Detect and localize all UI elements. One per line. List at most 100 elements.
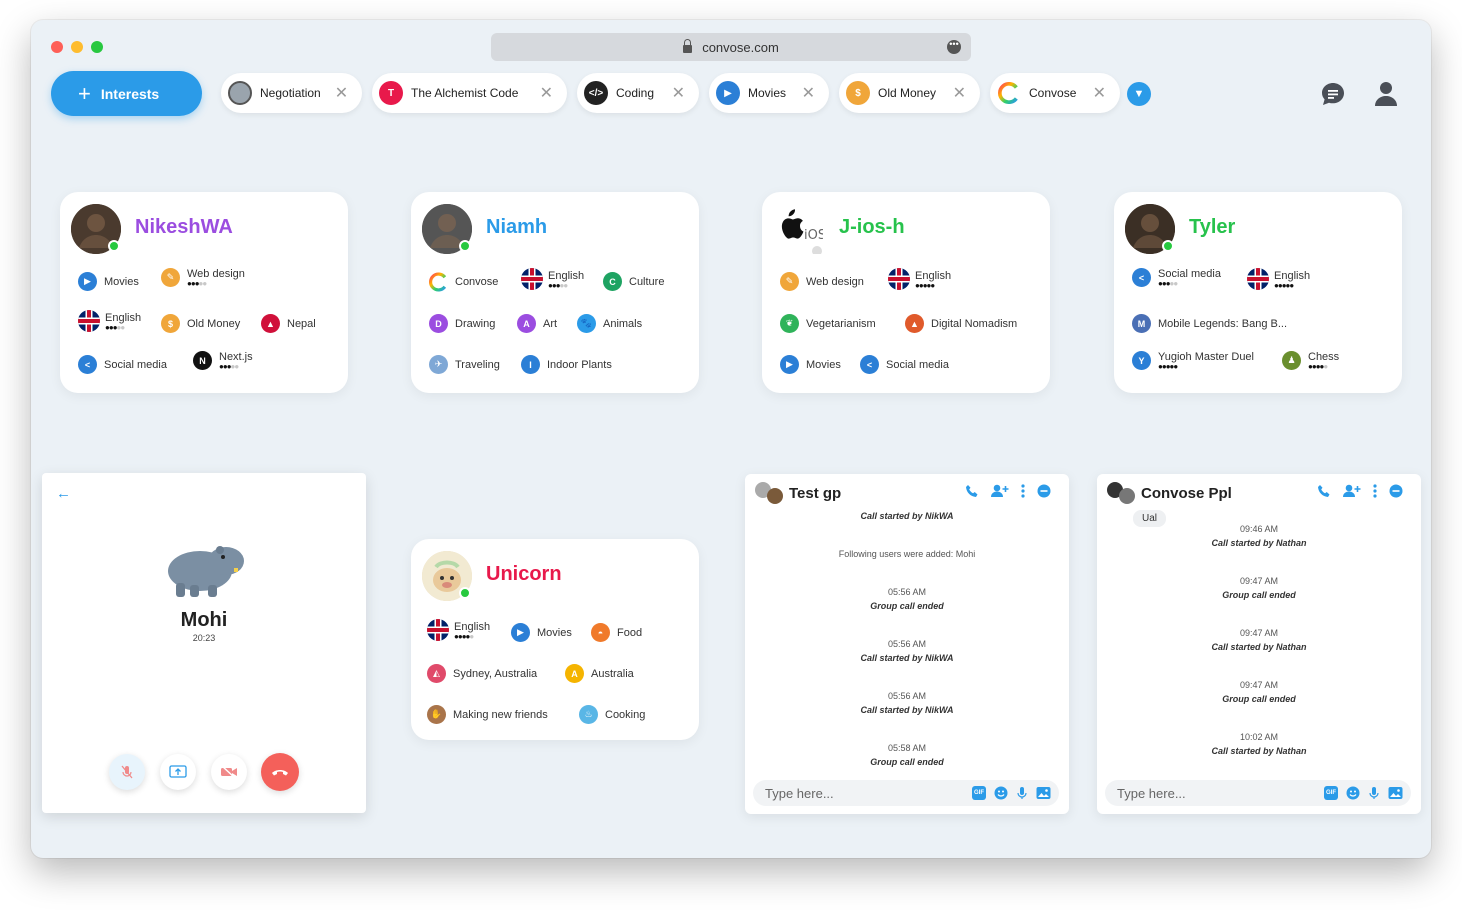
interest-tag-chess[interactable]: ♟ Chess ●●●●● bbox=[1282, 351, 1339, 371]
interest-tag-next-js[interactable]: N Next.js ●●●●● bbox=[193, 351, 253, 371]
interest-tag-drawing[interactable]: D Drawing bbox=[429, 314, 495, 333]
tag-label: Digital Nomadism bbox=[931, 317, 1018, 330]
mute-button[interactable] bbox=[109, 754, 145, 790]
interest-tag-vegetarianism[interactable]: ❦ Vegetarianism bbox=[780, 314, 876, 333]
interest-tag-animals[interactable]: 🐾 Animals bbox=[577, 314, 642, 333]
proficiency-dots: ●●●●● bbox=[915, 280, 935, 290]
interest-tag-digital-nomadism[interactable]: ▲ Digital Nomadism bbox=[905, 314, 1017, 333]
interest-tag-social-media[interactable]: < Social media bbox=[860, 355, 949, 374]
interest-tag-culture[interactable]: C Culture bbox=[603, 272, 664, 291]
interest-tag-english[interactable]: English ●●●●● bbox=[888, 268, 951, 290]
phone-icon[interactable] bbox=[1317, 484, 1331, 498]
more-options-icon[interactable]: ••• bbox=[947, 40, 961, 54]
chevron-down-icon[interactable]: ▼ bbox=[1127, 82, 1151, 106]
emoji-icon[interactable] bbox=[1346, 786, 1360, 800]
share-screen-button[interactable] bbox=[160, 754, 196, 790]
interest-tag-social-media[interactable]: < Social media bbox=[78, 355, 167, 374]
microphone-icon[interactable] bbox=[1368, 786, 1380, 800]
minimize-window-button[interactable] bbox=[71, 41, 83, 53]
minimize-icon[interactable] bbox=[1389, 484, 1403, 498]
chat-icon[interactable] bbox=[1319, 80, 1347, 108]
interest-tag-mobile-legends-bang-b[interactable]: M Mobile Legends: Bang B... bbox=[1132, 314, 1287, 333]
system-message: Call started by NikWA bbox=[860, 653, 954, 663]
more-vertical-icon[interactable] bbox=[1373, 484, 1377, 498]
emoji-icon[interactable] bbox=[994, 786, 1008, 800]
profile-icon[interactable] bbox=[1372, 80, 1400, 108]
interest-chip-old-money[interactable]: $ Old Money ✕ bbox=[839, 73, 980, 113]
close-icon[interactable]: ✕ bbox=[788, 83, 815, 103]
back-arrow-icon[interactable]: ← bbox=[56, 485, 71, 502]
gif-icon[interactable]: GIF bbox=[972, 786, 986, 800]
interest-chip-movies[interactable]: ▶ Movies ✕ bbox=[709, 73, 829, 113]
phone-icon[interactable] bbox=[965, 484, 979, 498]
close-icon[interactable]: ✕ bbox=[939, 83, 966, 103]
interest-tag-cooking[interactable]: ♨ Cooking bbox=[579, 705, 645, 724]
image-icon[interactable] bbox=[1388, 786, 1403, 800]
tag-text-group: Social media bbox=[886, 359, 949, 371]
money-icon: $ bbox=[161, 314, 180, 333]
avatar[interactable]: iOS bbox=[773, 204, 826, 256]
interest-chip-the-alchemist-code[interactable]: T The Alchemist Code ✕ bbox=[372, 73, 567, 113]
message-input[interactable]: Type here... GIF bbox=[753, 780, 1059, 806]
tag-label: Mobile Legends: Bang B... bbox=[1158, 317, 1288, 330]
interest-tag-movies[interactable]: ▶ Movies bbox=[511, 623, 572, 642]
video-toggle-button[interactable] bbox=[211, 754, 247, 790]
close-icon[interactable]: ✕ bbox=[1079, 83, 1106, 103]
message-input[interactable]: Type here... GIF bbox=[1105, 780, 1411, 806]
interest-tag-english[interactable]: English ●●●●● bbox=[78, 310, 141, 332]
interest-tag-sydney-australia[interactable]: ◭ Sydney, Australia bbox=[427, 664, 537, 683]
interest-chip-coding[interactable]: </> Coding ✕ bbox=[577, 73, 699, 113]
add-user-icon[interactable] bbox=[991, 484, 1009, 498]
user-name[interactable]: J-ios-h bbox=[839, 216, 905, 239]
user-card-tyler[interactable]: Tyler < Social media ●●●●● English ●●●●● M Mobi… bbox=[1114, 192, 1402, 393]
address-bar[interactable]: convose.com ••• bbox=[491, 33, 971, 61]
url-text: convose.com bbox=[702, 39, 779, 55]
interest-tag-australia[interactable]: A Australia bbox=[565, 664, 634, 683]
microphone-icon[interactable] bbox=[1016, 786, 1028, 800]
interest-tag-movies[interactable]: ▶ Movies bbox=[78, 272, 139, 291]
interest-tag-making-new-friends[interactable]: ✋ Making new friends bbox=[427, 705, 548, 724]
user-name[interactable]: NikeshWA bbox=[135, 216, 233, 239]
interest-tag-traveling[interactable]: ✈ Traveling bbox=[429, 355, 500, 374]
user-card-j-ios-h[interactable]: iOS J-ios-h ✎ Web design English ●●●●● ❦ Vegeta… bbox=[762, 192, 1050, 393]
interest-tag-old-money[interactable]: $ Old Money bbox=[161, 314, 240, 333]
share-icon: < bbox=[1132, 268, 1151, 287]
interest-tag-yugioh-master-duel[interactable]: Y Yugioh Master Duel ●●●●● bbox=[1132, 351, 1254, 371]
tag-text-group: Drawing bbox=[455, 318, 495, 330]
close-icon[interactable]: ✕ bbox=[658, 83, 685, 103]
interest-tag-english[interactable]: English ●●●●● bbox=[427, 619, 490, 641]
user-name[interactable]: Tyler bbox=[1189, 216, 1235, 239]
interest-chip-negotiation[interactable]: Negotiation ✕ bbox=[221, 73, 362, 113]
interests-button[interactable]: + Interests bbox=[51, 71, 202, 116]
interest-tag-social-media[interactable]: < Social media ●●●●● bbox=[1132, 268, 1221, 288]
interest-tag-art[interactable]: A Art bbox=[517, 314, 557, 333]
user-name[interactable]: Niamh bbox=[486, 216, 547, 239]
interest-chip-convose[interactable]: Convose ✕ bbox=[990, 73, 1120, 113]
interest-tag-english[interactable]: English ●●●●● bbox=[521, 268, 584, 290]
image-icon[interactable] bbox=[1036, 786, 1051, 800]
interest-tag-english[interactable]: English ●●●●● bbox=[1247, 268, 1310, 290]
interest-tag-convose[interactable]: Convose bbox=[429, 272, 498, 291]
close-icon[interactable]: ✕ bbox=[526, 83, 553, 103]
user-card-nikeshwa[interactable]: NikeshWA ▶ Movies ✎ Web design ●●●●● English ●●… bbox=[60, 192, 348, 393]
group-avatar[interactable] bbox=[753, 480, 787, 508]
user-card-niamh[interactable]: Niamh Convose English ●●●●● C Culture D Drawing… bbox=[411, 192, 699, 393]
tag-label: Vegetarianism bbox=[806, 317, 876, 330]
add-user-icon[interactable] bbox=[1343, 484, 1361, 498]
maximize-window-button[interactable] bbox=[91, 41, 103, 53]
more-vertical-icon[interactable] bbox=[1021, 484, 1025, 498]
close-icon[interactable]: ✕ bbox=[321, 83, 348, 103]
interest-tag-food[interactable]: ◓ Food bbox=[591, 623, 642, 642]
end-call-button[interactable] bbox=[261, 753, 299, 791]
interest-tag-nepal[interactable]: ▲ Nepal bbox=[261, 314, 316, 333]
user-card-unicorn[interactable]: Unicorn English ●●●●● ▶ Movies ◓ Food ◭ Sydney, … bbox=[411, 539, 699, 740]
interest-tag-web-design[interactable]: ✎ Web design bbox=[780, 272, 864, 291]
gif-icon[interactable]: GIF bbox=[1324, 786, 1338, 800]
minimize-icon[interactable] bbox=[1037, 484, 1051, 498]
interest-tag-movies[interactable]: ▶ Movies bbox=[780, 355, 841, 374]
user-name[interactable]: Unicorn bbox=[486, 563, 562, 586]
interest-tag-indoor-plants[interactable]: I Indoor Plants bbox=[521, 355, 612, 374]
close-window-button[interactable] bbox=[51, 41, 63, 53]
interest-tag-web-design[interactable]: ✎ Web design ●●●●● bbox=[161, 268, 245, 288]
group-avatar[interactable] bbox=[1105, 480, 1139, 508]
